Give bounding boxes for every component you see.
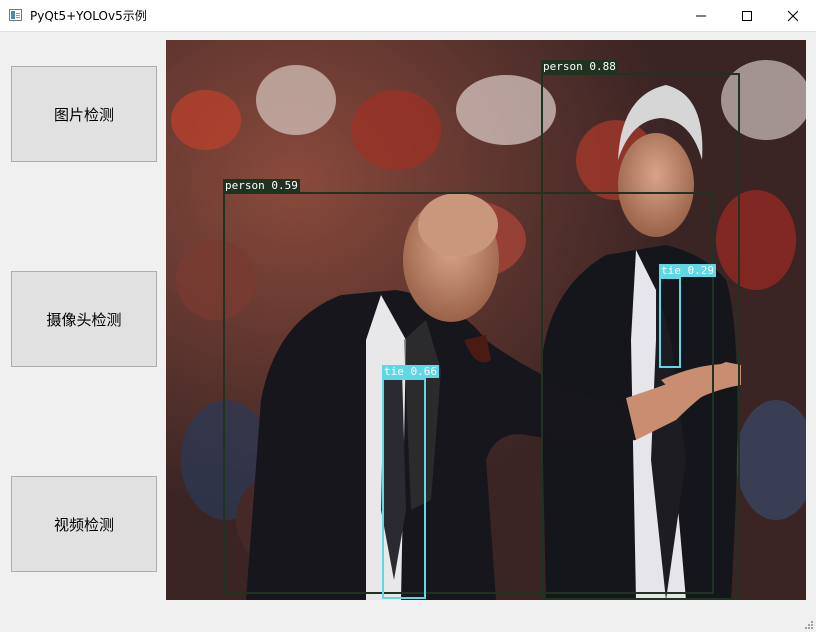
window-title: PyQt5+YOLOv5示例 <box>30 9 147 23</box>
minimize-icon <box>696 15 706 17</box>
detection-label-tie-1: tie 0.29 <box>659 264 716 277</box>
title-bar: PyQt5+YOLOv5示例 <box>0 0 816 32</box>
detection-box-person-2: person 0.59 <box>223 179 714 594</box>
close-icon <box>787 10 799 22</box>
resize-grip-icon[interactable] <box>804 620 814 630</box>
close-button[interactable] <box>770 0 816 31</box>
detection-label-tie-2: tie 0.66 <box>382 365 439 378</box>
detection-label-person-1: person 0.88 <box>541 60 618 73</box>
camera-detect-button[interactable]: 摄像头检测 <box>11 271 157 367</box>
detection-box-tie-1: tie 0.29 <box>659 264 716 368</box>
app-window-icon <box>9 9 22 21</box>
video-detect-button[interactable]: 视频检测 <box>11 476 157 572</box>
maximize-button[interactable] <box>724 0 770 31</box>
maximize-icon <box>742 11 752 21</box>
minimize-button[interactable] <box>678 0 724 31</box>
detection-display: person 0.88 person 0.59 tie 0.29 tie 0.6… <box>166 40 806 600</box>
image-detect-button[interactable]: 图片检测 <box>11 66 157 162</box>
detection-label-person-2: person 0.59 <box>223 179 300 192</box>
detection-box-tie-2: tie 0.66 <box>382 365 439 599</box>
